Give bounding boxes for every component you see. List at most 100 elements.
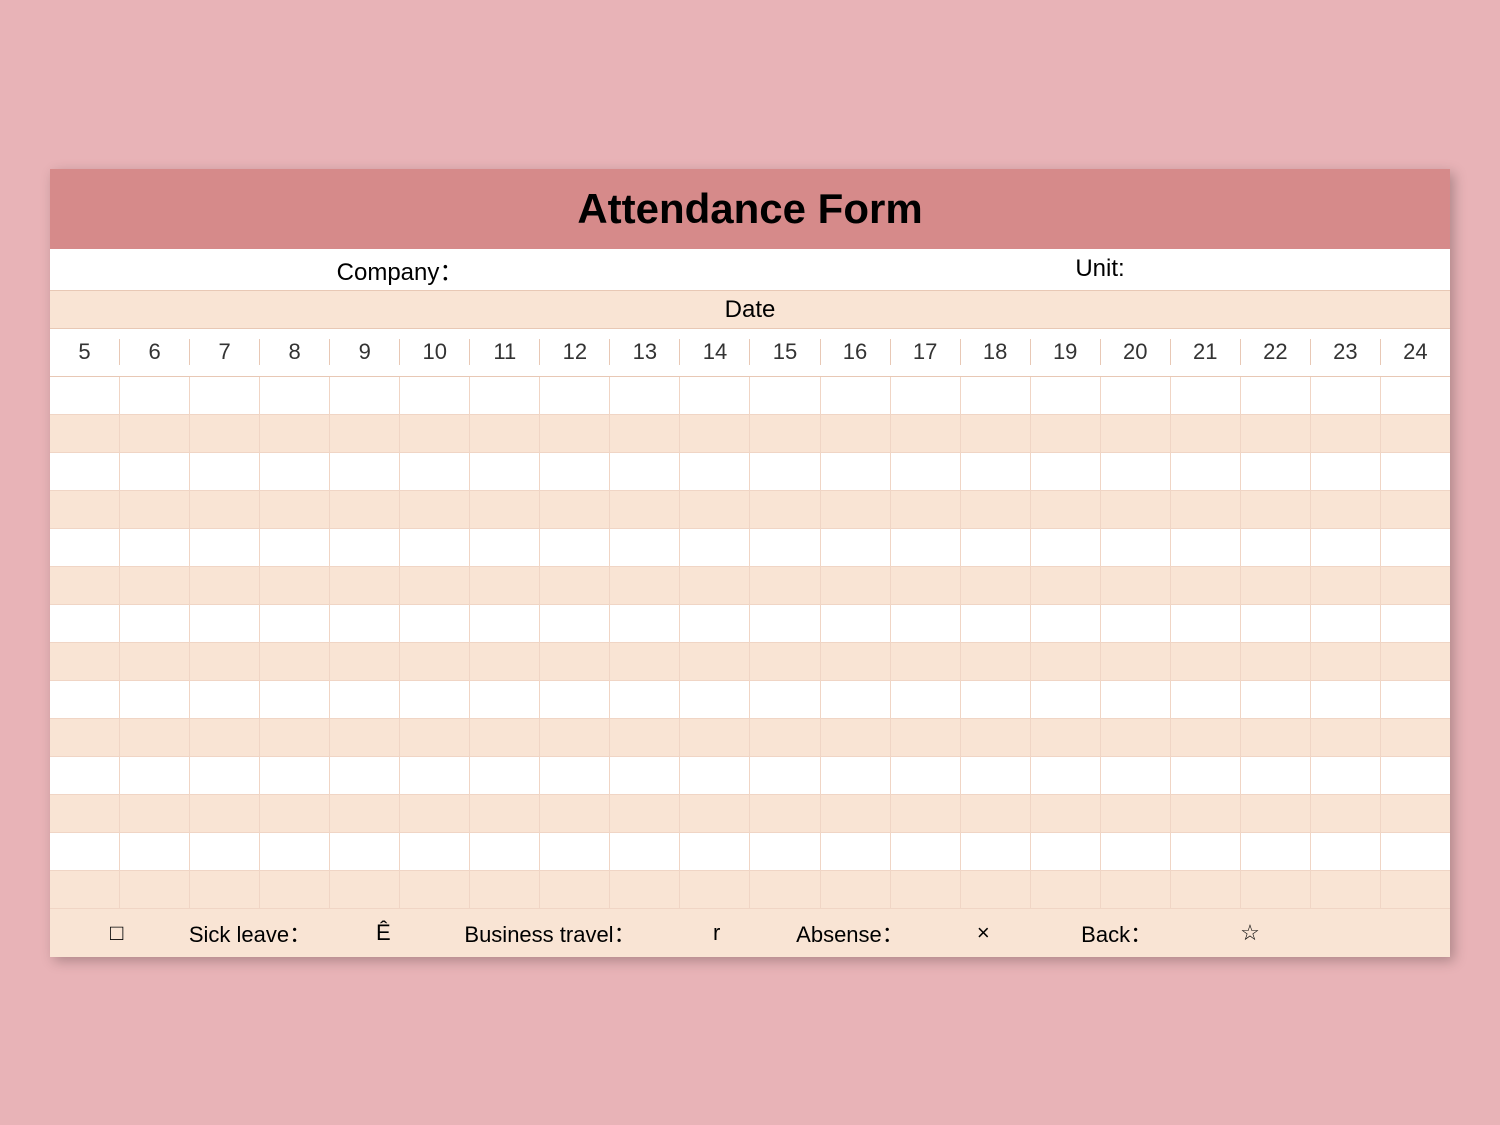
attendance-cell[interactable] <box>50 643 120 680</box>
attendance-cell[interactable] <box>750 453 820 490</box>
attendance-cell[interactable] <box>1241 681 1311 718</box>
attendance-cell[interactable] <box>120 795 190 832</box>
attendance-cell[interactable] <box>330 453 400 490</box>
attendance-cell[interactable] <box>400 415 470 452</box>
attendance-cell[interactable] <box>540 795 610 832</box>
attendance-cell[interactable] <box>891 719 961 756</box>
attendance-cell[interactable] <box>891 491 961 528</box>
attendance-cell[interactable] <box>610 491 680 528</box>
attendance-cell[interactable] <box>1381 719 1450 756</box>
attendance-cell[interactable] <box>470 453 540 490</box>
attendance-cell[interactable] <box>330 605 400 642</box>
attendance-cell[interactable] <box>610 719 680 756</box>
attendance-cell[interactable] <box>961 795 1031 832</box>
attendance-cell[interactable] <box>1101 605 1171 642</box>
attendance-cell[interactable] <box>540 491 610 528</box>
attendance-cell[interactable] <box>1381 681 1450 718</box>
attendance-cell[interactable] <box>260 377 330 414</box>
attendance-cell[interactable] <box>540 757 610 794</box>
attendance-cell[interactable] <box>1101 757 1171 794</box>
attendance-cell[interactable] <box>750 377 820 414</box>
attendance-cell[interactable] <box>1241 377 1311 414</box>
attendance-cell[interactable] <box>1311 605 1381 642</box>
attendance-cell[interactable] <box>1381 833 1450 870</box>
attendance-cell[interactable] <box>961 491 1031 528</box>
attendance-cell[interactable] <box>330 871 400 908</box>
attendance-cell[interactable] <box>400 377 470 414</box>
attendance-cell[interactable] <box>1241 529 1311 566</box>
attendance-cell[interactable] <box>260 681 330 718</box>
attendance-cell[interactable] <box>120 567 190 604</box>
attendance-cell[interactable] <box>470 491 540 528</box>
attendance-cell[interactable] <box>891 529 961 566</box>
attendance-cell[interactable] <box>680 681 750 718</box>
attendance-cell[interactable] <box>821 453 891 490</box>
attendance-cell[interactable] <box>750 681 820 718</box>
attendance-cell[interactable] <box>1031 415 1101 452</box>
attendance-cell[interactable] <box>610 833 680 870</box>
attendance-cell[interactable] <box>1101 415 1171 452</box>
attendance-cell[interactable] <box>961 833 1031 870</box>
attendance-cell[interactable] <box>821 377 891 414</box>
attendance-cell[interactable] <box>1171 529 1241 566</box>
attendance-cell[interactable] <box>470 795 540 832</box>
attendance-cell[interactable] <box>1381 377 1450 414</box>
attendance-cell[interactable] <box>1101 453 1171 490</box>
attendance-cell[interactable] <box>1031 453 1101 490</box>
attendance-cell[interactable] <box>1171 415 1241 452</box>
attendance-cell[interactable] <box>1381 529 1450 566</box>
attendance-cell[interactable] <box>540 529 610 566</box>
attendance-cell[interactable] <box>1241 719 1311 756</box>
attendance-cell[interactable] <box>470 567 540 604</box>
attendance-cell[interactable] <box>1171 643 1241 680</box>
attendance-cell[interactable] <box>260 871 330 908</box>
attendance-cell[interactable] <box>120 529 190 566</box>
attendance-cell[interactable] <box>1311 795 1381 832</box>
attendance-cell[interactable] <box>190 719 260 756</box>
attendance-cell[interactable] <box>190 529 260 566</box>
attendance-cell[interactable] <box>750 529 820 566</box>
attendance-cell[interactable] <box>1031 795 1101 832</box>
attendance-cell[interactable] <box>680 795 750 832</box>
attendance-cell[interactable] <box>1171 833 1241 870</box>
attendance-cell[interactable] <box>1311 681 1381 718</box>
attendance-cell[interactable] <box>1311 529 1381 566</box>
attendance-cell[interactable] <box>330 833 400 870</box>
attendance-cell[interactable] <box>1101 491 1171 528</box>
attendance-cell[interactable] <box>470 605 540 642</box>
attendance-cell[interactable] <box>260 453 330 490</box>
attendance-cell[interactable] <box>540 377 610 414</box>
attendance-cell[interactable] <box>120 415 190 452</box>
attendance-cell[interactable] <box>330 757 400 794</box>
attendance-cell[interactable] <box>1101 529 1171 566</box>
attendance-cell[interactable] <box>750 871 820 908</box>
attendance-cell[interactable] <box>260 795 330 832</box>
attendance-cell[interactable] <box>1241 795 1311 832</box>
attendance-cell[interactable] <box>400 719 470 756</box>
attendance-cell[interactable] <box>400 605 470 642</box>
attendance-cell[interactable] <box>120 491 190 528</box>
attendance-cell[interactable] <box>470 719 540 756</box>
attendance-cell[interactable] <box>610 567 680 604</box>
attendance-cell[interactable] <box>1031 833 1101 870</box>
attendance-cell[interactable] <box>821 833 891 870</box>
attendance-cell[interactable] <box>821 567 891 604</box>
attendance-cell[interactable] <box>50 795 120 832</box>
attendance-cell[interactable] <box>961 757 1031 794</box>
attendance-cell[interactable] <box>821 795 891 832</box>
attendance-cell[interactable] <box>50 529 120 566</box>
attendance-cell[interactable] <box>400 681 470 718</box>
attendance-cell[interactable] <box>821 605 891 642</box>
attendance-cell[interactable] <box>1031 719 1101 756</box>
attendance-cell[interactable] <box>260 719 330 756</box>
attendance-cell[interactable] <box>400 795 470 832</box>
attendance-cell[interactable] <box>1241 567 1311 604</box>
attendance-cell[interactable] <box>1241 871 1311 908</box>
attendance-cell[interactable] <box>961 719 1031 756</box>
attendance-cell[interactable] <box>1241 415 1311 452</box>
attendance-cell[interactable] <box>1311 833 1381 870</box>
attendance-cell[interactable] <box>680 871 750 908</box>
attendance-cell[interactable] <box>330 567 400 604</box>
attendance-cell[interactable] <box>1241 833 1311 870</box>
attendance-cell[interactable] <box>400 453 470 490</box>
